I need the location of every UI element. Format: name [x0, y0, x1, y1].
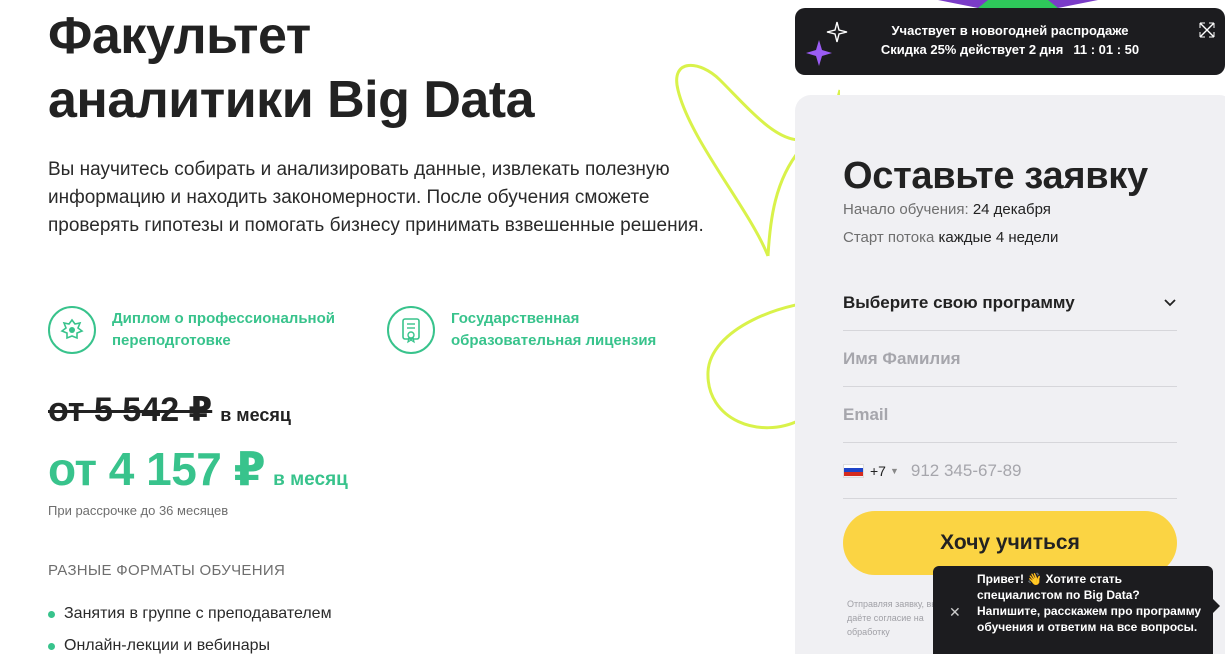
name-field[interactable]: Имя Фамилия — [843, 331, 1177, 387]
email-field[interactable]: Email — [843, 387, 1177, 443]
form-title: Оставьте заявку — [843, 155, 1148, 197]
chat-message: Привет! 👋 Хотите стать специалистом по B… — [977, 572, 1202, 634]
formats-heading: РАЗНЫЕ ФОРМАТЫ ОБУЧЕНИЯ — [48, 562, 286, 579]
feature-license-label: Государственная образовательная лицензия — [451, 310, 657, 349]
list-item: Занятия в группе с преподавателем — [48, 598, 332, 630]
chat-tail — [1212, 598, 1220, 614]
feature-diploma: Диплом о профессиональной переподготовке — [48, 306, 352, 354]
start-date: Начало обучения: 24 декабря — [843, 201, 1051, 218]
stream-start: Старт потока каждые 4 недели — [843, 229, 1059, 246]
old-price-amount: от 5 542 ₽ — [48, 391, 213, 429]
chat-bubble[interactable]: ✕ Привет! 👋 Хотите стать специалистом по… — [933, 566, 1213, 654]
chat-close-icon[interactable]: ✕ — [949, 604, 961, 621]
old-price: от 5 542 ₽ в месяц — [48, 390, 291, 430]
close-icon[interactable] — [1197, 20, 1217, 40]
phone-input[interactable]: 912 345-67-89 — [911, 461, 1022, 481]
installment-note: При рассрочке до 36 месяцев — [48, 503, 229, 518]
russia-flag-icon[interactable] — [843, 463, 864, 478]
feature-diploma-label: Диплом о профессиональной переподготовке — [112, 310, 335, 349]
hero-description: Вы научитесь собирать и анализировать да… — [48, 159, 704, 236]
chevron-down-icon — [1164, 298, 1176, 306]
caret-down-icon[interactable]: ▼ — [890, 466, 899, 476]
program-select[interactable]: Выберите свою программу — [843, 275, 1177, 331]
new-price-period: в месяц — [273, 469, 348, 490]
promo-title: Участвует в новогодней распродаже — [891, 23, 1129, 38]
new-price: от 4 157 ₽ в месяц — [48, 442, 348, 496]
new-price-amount: от 4 157 ₽ — [48, 443, 266, 495]
decorative-shape — [938, 0, 1098, 8]
bullet-dot — [48, 643, 55, 650]
list-item: Онлайн-лекции и вебинары — [48, 630, 332, 654]
old-price-period: в месяц — [220, 405, 291, 425]
certificate-icon — [387, 306, 435, 354]
phone-field[interactable]: +7 ▼ 912 345-67-89 — [843, 443, 1177, 499]
formats-list: Занятия в группе с преподавателем Онлайн… — [48, 598, 332, 654]
promo-banner: Участвует в новогодней распродаже Скидка… — [795, 8, 1225, 75]
phone-country-code[interactable]: +7 — [870, 463, 886, 479]
bullet-dot — [48, 611, 55, 618]
countdown-timer: 11 : 01 : 50 — [1073, 42, 1140, 57]
page-title: Факультет аналитики Big Data — [48, 7, 535, 129]
emblem-icon — [48, 306, 96, 354]
promo-discount: Скидка 25% действует 2 дня 11 : 01 : 50 — [880, 42, 1140, 57]
feature-license: Государственная образовательная лицензия — [387, 306, 691, 354]
